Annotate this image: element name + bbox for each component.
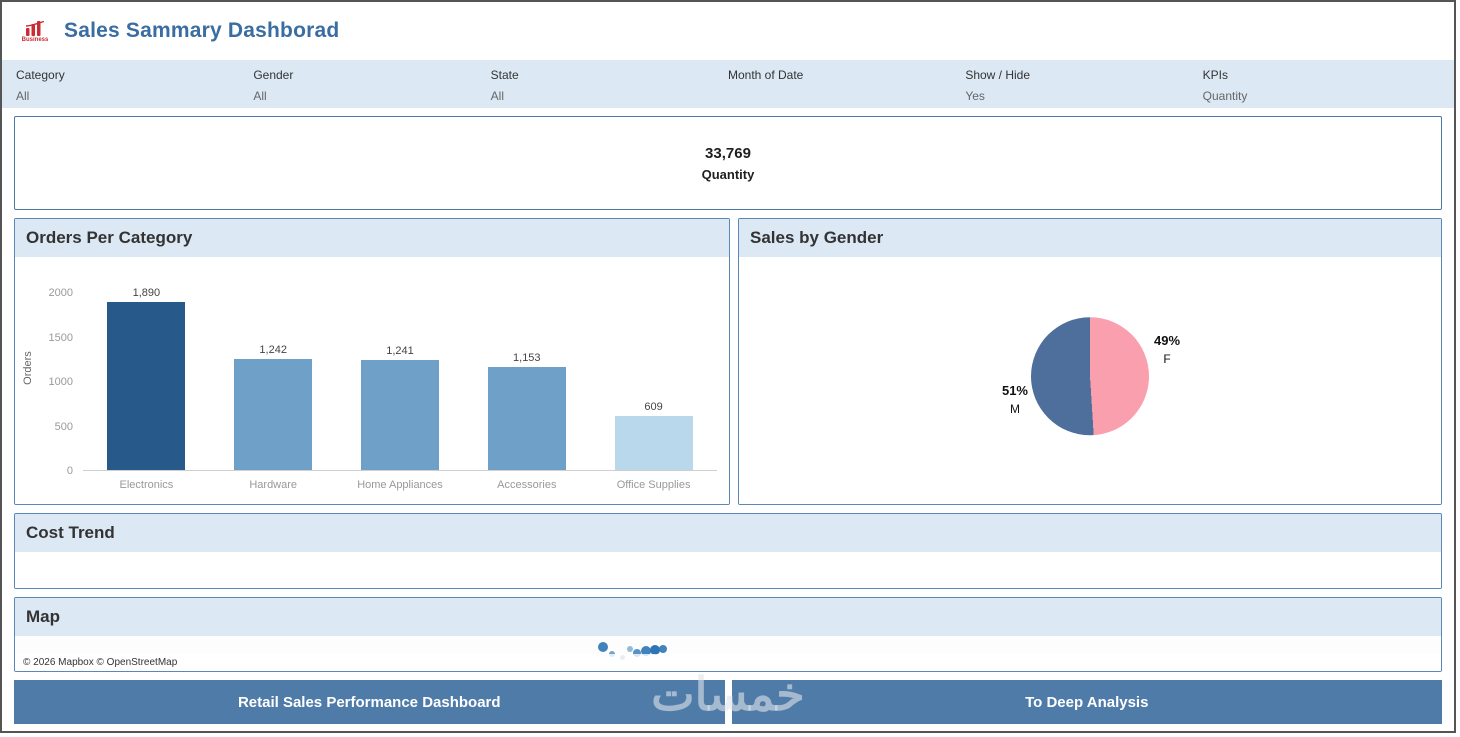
kpi-value: 33,769 — [705, 144, 751, 162]
bar[interactable] — [107, 301, 186, 470]
bar-category-label: Accessories — [497, 479, 557, 491]
bar-category-label: Home Appliances — [357, 479, 443, 491]
filter-value[interactable]: Yes — [965, 89, 1202, 103]
logo-icon — [25, 20, 45, 36]
map-body[interactable]: © 2026 Mapbox © OpenStreetMap — [15, 636, 1441, 671]
filter-category[interactable]: Category All — [16, 68, 253, 108]
filter-label: Month of Date — [727, 68, 804, 82]
filter-kpis[interactable]: KPIs Quantity — [1203, 68, 1440, 108]
cost-trend-panel: Cost Trend — [14, 513, 1442, 589]
filter-gender[interactable]: Gender All — [253, 68, 490, 108]
orders-per-category-panel: Orders Per Category Orders 0 500 1000 1500 2… — [14, 218, 730, 505]
bar-column[interactable]: 609 — [590, 271, 717, 470]
pie-label-male: 51% M — [1002, 383, 1028, 416]
filter-value[interactable]: Quantity — [1203, 89, 1440, 103]
deep-analysis-button[interactable]: To Deep Analysis — [731, 680, 1442, 724]
bar-value-label: 1,153 — [513, 352, 541, 365]
pie-percent: 51% — [1001, 382, 1028, 398]
bar[interactable] — [360, 359, 439, 470]
bar[interactable] — [487, 367, 566, 470]
panel-title: Map — [15, 598, 1441, 636]
panel-title: Cost Trend — [15, 514, 1441, 552]
bar-chart-area: Orders 0 500 1000 1500 2000 1,890 1,242 1,241 1… — [15, 257, 729, 504]
y-tick-label: 500 — [54, 420, 73, 433]
y-axis: Orders — [19, 271, 37, 491]
pie-chart[interactable] — [1031, 316, 1149, 435]
filter-label: Gender — [253, 68, 294, 82]
y-tick-label: 2000 — [48, 287, 73, 299]
bar-column[interactable]: 1,153 — [463, 271, 590, 470]
retail-dashboard-button[interactable]: Retail Sales Performance Dashboard — [14, 680, 725, 724]
bar-chart-plot: 1,890 1,242 1,241 1,153 609 Electronics Hardw… — [83, 271, 717, 491]
filter-label: State — [490, 68, 519, 82]
map-marker-dot[interactable] — [659, 645, 667, 653]
map-panel: Map © 2026 Mapbox © OpenStreetMap — [14, 597, 1442, 672]
bar-column[interactable]: 1,241 — [337, 271, 464, 470]
bar-column[interactable]: 1,890 — [83, 271, 210, 470]
logo-label: Business — [21, 36, 49, 43]
bar-chart-bars: 1,890 1,242 1,241 1,153 609 — [83, 271, 717, 471]
page-title: Sales Sammary Dashborad — [64, 19, 340, 42]
y-tick-label: 1000 — [48, 376, 73, 388]
map-marker-dot[interactable] — [598, 642, 608, 652]
kpi-card: 33,769 Quantity — [14, 116, 1442, 210]
filter-value[interactable]: All — [491, 89, 728, 103]
pie-percent: 49% — [1154, 332, 1181, 348]
pie-chart-area: 49% F 51% M — [739, 257, 1441, 504]
map-marker-dot[interactable] — [627, 646, 633, 652]
bar-category-label: Hardware — [249, 479, 298, 491]
footer-nav: Retail Sales Performance Dashboard To De… — [14, 680, 1442, 724]
filter-value[interactable]: All — [253, 89, 490, 103]
filter-value[interactable]: All — [16, 89, 253, 103]
pie-gender-label: M — [1009, 401, 1020, 416]
y-axis-title: Orders — [22, 350, 34, 385]
bar-value-label: 1,241 — [386, 344, 414, 357]
panel-title: Sales by Gender — [739, 219, 1441, 257]
bar[interactable] — [234, 359, 313, 470]
bar-value-label: 609 — [644, 400, 663, 413]
header: Business Sales Sammary Dashborad — [2, 2, 1454, 60]
logo: Business — [18, 20, 52, 43]
filter-label: Show / Hide — [965, 68, 1031, 82]
sales-by-gender-panel: Sales by Gender 49% F 51% M — [738, 218, 1442, 505]
filter-label: KPIs — [1202, 68, 1228, 82]
bar-chart-categories: Electronics Hardware Home Appliances Access… — [83, 471, 717, 491]
bar[interactable] — [614, 415, 693, 470]
dashboard-page: Business Sales Sammary Dashborad Categor… — [0, 0, 1456, 733]
filter-show-hide[interactable]: Show / Hide Yes — [965, 68, 1202, 108]
bar-column[interactable]: 1,242 — [210, 271, 337, 470]
cost-trend-body — [15, 552, 1441, 588]
map-attribution[interactable]: © 2026 Mapbox © OpenStreetMap — [15, 654, 1441, 671]
filter-month-of-date[interactable]: Month of Date — [728, 68, 965, 108]
y-tick-label: 1500 — [48, 331, 73, 344]
bar-chart-yticks: 0 500 1000 1500 2000 — [37, 271, 83, 477]
bar-category-label: Office Supplies — [616, 479, 691, 491]
filter-state[interactable]: State All — [491, 68, 728, 108]
bar-value-label: 1,242 — [259, 344, 287, 357]
filter-label: Category — [16, 68, 65, 82]
y-tick-label: 0 — [66, 465, 73, 477]
kpi-label: Quantity — [701, 166, 755, 182]
filter-bar: Category All Gender All State All Month … — [2, 60, 1454, 108]
charts-row: Orders Per Category Orders 0 500 1000 1500 2… — [14, 218, 1442, 505]
pie-gender-label: F — [1163, 351, 1171, 366]
pie-label-female: 49% F — [1154, 333, 1180, 366]
bar-value-label: 1,890 — [132, 286, 161, 299]
panel-title: Orders Per Category — [15, 219, 729, 257]
bar-category-label: Electronics — [119, 479, 174, 491]
